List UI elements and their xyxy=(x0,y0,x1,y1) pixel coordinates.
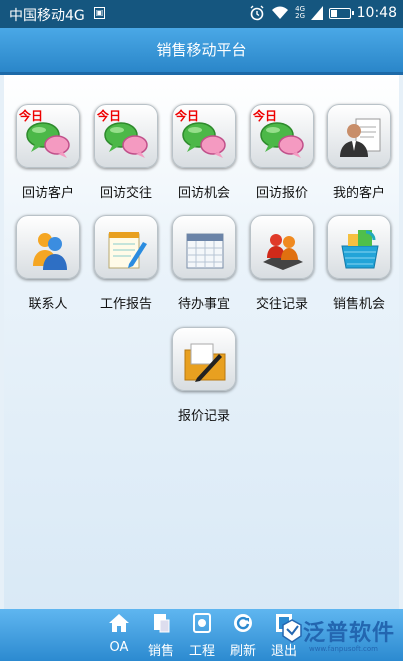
tile-label[interactable]: 回访客户 xyxy=(13,182,83,201)
brand-logo-icon xyxy=(282,619,302,643)
tile-3[interactable]: 今日回访机会 xyxy=(169,104,239,201)
tile-2[interactable]: 今日回访交往 xyxy=(91,104,161,201)
tile-icon-box[interactable]: 今日 xyxy=(250,104,314,168)
tile-label[interactable]: 回访报价 xyxy=(247,182,317,201)
home-icon xyxy=(101,612,137,636)
tile-10[interactable]: 销售机会 xyxy=(324,215,394,312)
tile-icon-box[interactable] xyxy=(94,215,158,279)
tile-icon-box[interactable] xyxy=(172,327,236,391)
page-title: 销售移动平台 xyxy=(0,28,403,75)
battery-icon xyxy=(329,7,354,19)
carrier-name: 中国移动4G xyxy=(9,8,85,24)
today-badge: 今日 xyxy=(97,109,122,123)
tile-icon-box[interactable] xyxy=(16,215,80,279)
tile-label[interactable]: 联系人 xyxy=(13,293,83,312)
tile-label[interactable]: 回访交往 xyxy=(91,182,161,201)
nav-item-0[interactable]: OA xyxy=(101,612,137,655)
tile-icon-box[interactable]: 今日 xyxy=(94,104,158,168)
tile-label[interactable]: 销售机会 xyxy=(324,293,394,312)
tile-icon-box[interactable]: 今日 xyxy=(172,104,236,168)
tile-icon-box[interactable] xyxy=(172,215,236,279)
brand-name: 泛普软件 xyxy=(302,621,395,646)
sales-icon xyxy=(143,612,179,636)
signal-icon xyxy=(311,6,323,20)
tile-label[interactable]: 待办事宜 xyxy=(169,293,239,312)
tile-1[interactable]: 今日回访客户 xyxy=(13,104,83,201)
tile-icon-box[interactable] xyxy=(327,104,391,168)
bottom-nav: OA 销售 工程 刷新 退出 泛普软件 www.fanpusoft.com xyxy=(0,609,403,661)
nav-label: 刷新 xyxy=(229,644,256,659)
network-type-label: 4G 2G xyxy=(295,5,305,20)
clock: 10:48 xyxy=(356,5,397,21)
today-badge: 今日 xyxy=(19,109,44,123)
tile-label[interactable]: 工作报告 xyxy=(91,293,161,312)
tile-8[interactable]: 待办事宜 xyxy=(169,215,239,312)
tile-9[interactable]: 交往记录 xyxy=(247,215,317,312)
tile-5[interactable]: 我的客户 xyxy=(324,104,394,201)
alarm-icon xyxy=(250,5,264,21)
tile-11[interactable]: 报价记录 xyxy=(169,327,239,424)
refresh-icon xyxy=(225,612,261,636)
nav-item-2[interactable]: 工程 xyxy=(184,612,220,659)
today-badge: 今日 xyxy=(175,109,200,123)
tile-icon-box[interactable] xyxy=(250,215,314,279)
tile-icon-box[interactable]: 今日 xyxy=(16,104,80,168)
nav-label: 工程 xyxy=(188,644,215,659)
tile-label[interactable]: 报价记录 xyxy=(169,405,239,424)
nav-item-3[interactable]: 刷新 xyxy=(225,612,261,659)
engineering-icon xyxy=(184,612,220,636)
tile-icon-box[interactable] xyxy=(327,215,391,279)
wifi-icon xyxy=(272,6,289,19)
tile-6[interactable]: 联系人 xyxy=(13,215,83,312)
tile-label[interactable]: 交往记录 xyxy=(247,293,317,312)
brand-url: www.fanpusoft.com xyxy=(308,645,379,653)
sim-icon: ▣ xyxy=(94,7,105,19)
main-panel: 今日 回访客户 今日 回访交往 今日 回访机会 今日 回访报价 我的客户 联系人 工作报告 待办事宜交… xyxy=(4,75,399,609)
status-bar: 中国移动4G ▣ 4G 2G 10:48 xyxy=(0,0,403,28)
nav-label: 销售 xyxy=(147,644,174,659)
nav-item-1[interactable]: 销售 xyxy=(143,612,179,659)
status-icons: 4G 2G xyxy=(249,5,354,21)
tile-4[interactable]: 今日回访报价 xyxy=(247,104,317,201)
today-badge: 今日 xyxy=(253,109,278,123)
brand-logo: 泛普软件 www.fanpusoft.com xyxy=(281,615,395,653)
tile-7[interactable]: 工作报告 xyxy=(91,215,161,312)
tile-label[interactable]: 回访机会 xyxy=(169,182,239,201)
nav-label: OA xyxy=(109,640,129,655)
tile-label[interactable]: 我的客户 xyxy=(324,182,394,201)
